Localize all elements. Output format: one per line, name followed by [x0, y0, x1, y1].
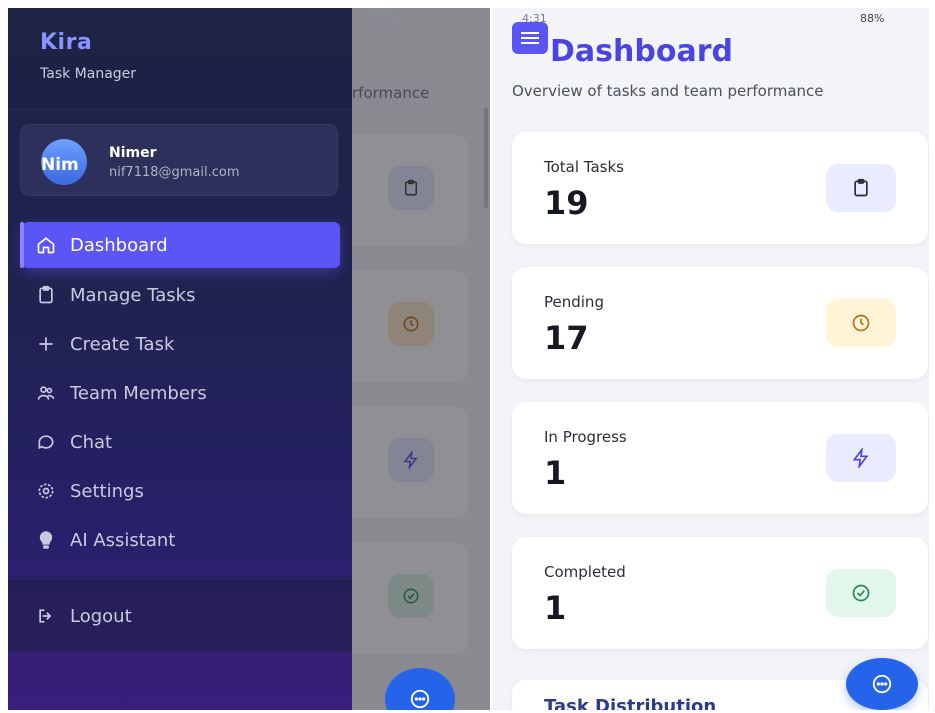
stat-label: In Progress — [544, 428, 627, 446]
navigation-drawer: Kira Task Manager Nim Nimer nif7118@gmai… — [8, 8, 352, 710]
bulb-icon — [22, 530, 70, 550]
logout-icon — [22, 606, 70, 626]
logout-label: Logout — [70, 605, 132, 627]
stat-card-pending[interactable]: Pending 17 — [512, 267, 928, 379]
status-battery: 88% — [860, 12, 885, 25]
brand-subtitle: Task Manager — [40, 66, 137, 82]
chat-fab-button[interactable] — [846, 658, 918, 710]
nav-label: Dashboard — [70, 234, 168, 256]
nav-item-ai-assistant[interactable]: AI Assistant — [22, 517, 340, 563]
right-screen: 4:31 88% Dashboard Overview of tasks and… — [492, 8, 929, 710]
stat-card-total-tasks[interactable]: Total Tasks 19 — [512, 132, 928, 244]
menu-button[interactable] — [512, 22, 548, 54]
bolt-icon — [826, 434, 896, 482]
check-circle-icon — [826, 569, 896, 617]
stat-value: 19 — [544, 184, 589, 222]
user-email: nif7118@gmail.com — [109, 165, 240, 180]
clipboard-icon — [22, 285, 70, 305]
nav-label: AI Assistant — [70, 529, 176, 551]
stat-value: 1 — [544, 589, 567, 627]
drawer-header — [8, 8, 352, 110]
chat-icon — [872, 674, 892, 694]
plus-icon — [22, 334, 70, 354]
logout-button[interactable]: Logout — [22, 593, 340, 639]
nav-label: Team Members — [70, 382, 207, 404]
stat-card-completed[interactable]: Completed 1 — [512, 537, 928, 649]
nav-item-team-members[interactable]: Team Members — [22, 370, 340, 416]
hamburger-icon — [521, 32, 539, 44]
section-title: Task Distribution — [544, 696, 717, 710]
home-icon — [22, 235, 70, 255]
nav-item-dashboard[interactable]: Dashboard — [20, 222, 340, 268]
stat-value: 1 — [544, 454, 567, 492]
nav-item-create-task[interactable]: Create Task — [22, 321, 340, 367]
nav-label: Settings — [70, 480, 144, 502]
avatar: Nim — [41, 139, 87, 185]
nav-item-settings[interactable]: Settings — [22, 468, 340, 514]
user-name: Nimer — [109, 145, 157, 161]
chat-icon — [22, 432, 70, 452]
nav-item-chat[interactable]: Chat — [22, 419, 340, 465]
stat-card-in-progress[interactable]: In Progress 1 — [512, 402, 928, 514]
users-icon — [22, 383, 70, 403]
nav-item-manage-tasks[interactable]: Manage Tasks — [22, 272, 340, 318]
user-profile-card[interactable]: Nim Nimer nif7118@gmail.com — [20, 124, 338, 196]
drawer-footer: Logout — [8, 578, 352, 652]
nav-label: Create Task — [70, 333, 175, 355]
stat-label: Completed — [544, 563, 626, 581]
left-screen: rformance 4:31 88% Kira Task Manager Nim… — [8, 8, 490, 710]
gear-icon — [22, 481, 70, 501]
stat-label: Pending — [544, 293, 604, 311]
nav-label: Manage Tasks — [70, 284, 196, 306]
page-title: Dashboard — [550, 34, 733, 69]
page-subtitle: Overview of tasks and team performance — [512, 82, 824, 100]
stat-label: Total Tasks — [544, 158, 624, 176]
stat-value: 17 — [544, 319, 589, 357]
nav-label: Chat — [70, 431, 113, 453]
status-bar: 4:31 88% — [492, 8, 929, 30]
avatar-initials: Nim — [41, 155, 79, 175]
status-battery: 88% — [370, 12, 395, 25]
brand-name: Kira — [40, 30, 93, 55]
clock-icon — [826, 299, 896, 347]
clipboard-icon — [826, 164, 896, 212]
